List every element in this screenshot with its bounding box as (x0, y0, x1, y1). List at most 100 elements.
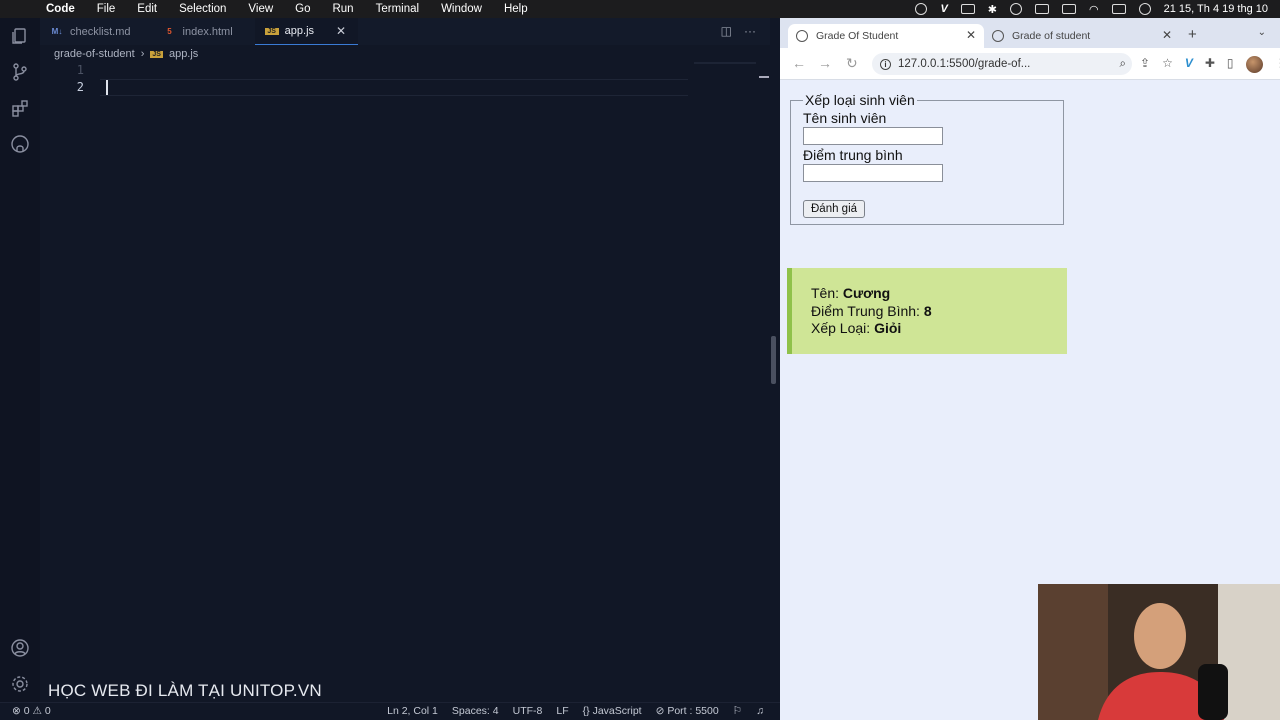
menu-run[interactable]: Run (332, 3, 353, 15)
profile-avatar[interactable] (1245, 56, 1263, 73)
html-icon: 5 (167, 27, 172, 36)
javascript-icon: JS (150, 50, 163, 58)
menu-window[interactable]: Window (441, 3, 482, 15)
browser-tab-active[interactable]: Grade Of Student ✕ (788, 24, 984, 48)
menu-terminal[interactable]: Terminal (376, 3, 419, 15)
share-icon[interactable]: ⇪ (1140, 56, 1150, 73)
close-tab-icon[interactable]: ✕ (1162, 28, 1172, 42)
status-bar: ⊗ 0 ⚠ 0 Ln 2, Col 1 Spaces: 4 UTF-8 LF {… (0, 702, 780, 720)
vimeo-status-icon[interactable]: V (940, 3, 947, 15)
site-info-icon[interactable]: i (880, 58, 891, 70)
browser-tab-title: Grade of student (1012, 30, 1091, 42)
indentation[interactable]: Spaces: 4 (452, 705, 499, 717)
live-server-port[interactable]: ⊘ Port : 5500 (656, 705, 719, 717)
braces-icon: {} (582, 705, 590, 717)
warning-icon: ⚠ (32, 705, 42, 717)
vscode-window: M↓ checklist.md 5 index.html JS app.js ✕… (0, 18, 780, 720)
control-center-icon[interactable] (1111, 4, 1126, 14)
account-icon[interactable] (10, 638, 30, 658)
browser-tab[interactable]: Grade of student ✕ (984, 24, 1180, 48)
error-count: 0 (23, 705, 30, 717)
current-line-highlight (100, 79, 688, 96)
extensions-puzzle-icon[interactable]: ✚ (1205, 56, 1215, 73)
address-bar[interactable]: i 127.0.0.1:5500/grade-of... ⌕ (872, 53, 1132, 75)
close-tab-icon[interactable]: ✕ (966, 28, 976, 42)
status-app-icon[interactable] (915, 3, 928, 15)
menu-go[interactable]: Go (295, 3, 310, 15)
forward-arrow-icon[interactable]: → (818, 55, 832, 71)
language-label: JavaScript (592, 705, 642, 717)
extensions-icon[interactable] (10, 98, 30, 118)
source-control-icon[interactable] (10, 62, 30, 82)
bookmark-star-icon[interactable]: ☆ (1162, 56, 1173, 73)
kebab-menu-icon[interactable]: ⋮ (1275, 56, 1280, 73)
tab-label: index.html (182, 25, 233, 38)
battery-icon[interactable] (1062, 4, 1076, 14)
bluetooth-icon[interactable]: ✱ (988, 3, 997, 16)
siri-icon[interactable] (1138, 3, 1151, 15)
cursor-position[interactable]: Ln 2, Col 1 (387, 705, 438, 717)
evaluate-button[interactable]: Đánh giá (803, 200, 866, 218)
language-mode[interactable]: {} JavaScript (583, 705, 642, 717)
settings-gear-icon[interactable] (10, 674, 30, 694)
split-editor-icon[interactable]: ◫ (721, 24, 732, 38)
globe-icon (796, 30, 808, 42)
student-name-input[interactable] (803, 127, 943, 145)
text-cursor (106, 80, 108, 95)
tab-index-html[interactable]: 5 index.html (153, 18, 245, 45)
wifi-icon[interactable]: ◠ (1089, 3, 1099, 16)
display-icon[interactable] (1035, 4, 1049, 14)
tab-search-chevron-icon[interactable]: ⌄ (1258, 27, 1266, 38)
editor-tab-bar: M↓ checklist.md 5 index.html JS app.js ✕… (40, 18, 770, 45)
keyboard-icon[interactable] (960, 4, 975, 14)
tab-app-js[interactable]: JS app.js ✕ (254, 18, 359, 45)
feedback-icon[interactable]: ⚐ (733, 705, 742, 717)
breadcrumb-folder[interactable]: grade-of-student (54, 48, 135, 60)
menu-view[interactable]: View (248, 3, 273, 15)
encoding[interactable]: UTF-8 (513, 705, 543, 717)
new-tab-plus-icon[interactable]: + (1188, 26, 1197, 43)
menu-selection[interactable]: Selection (179, 3, 226, 15)
side-panel-icon[interactable]: ▯ (1227, 56, 1234, 73)
reload-icon[interactable]: ↻ (846, 55, 858, 72)
menu-file[interactable]: File (97, 3, 116, 15)
breadcrumb: grade-of-student › JS app.js (54, 46, 198, 62)
student-name-label: Tên sinh viên (803, 110, 887, 126)
menu-app-name[interactable]: Code (46, 3, 75, 15)
result-score-row: Điểm Trung Bình: 8 (811, 303, 1067, 321)
problems-indicator[interactable]: ⊗ 0 ⚠ 0 (12, 705, 51, 717)
minimap[interactable] (694, 62, 756, 64)
result-name-value: Cương (842, 285, 891, 301)
warning-count: 0 (44, 705, 51, 717)
notifications-bell-icon[interactable]: ♫ (756, 705, 764, 717)
github-icon[interactable] (10, 134, 30, 154)
zoom-icon[interactable]: ⌕ (1120, 58, 1126, 71)
result-grade-label: Xếp Loại: (811, 320, 875, 336)
menu-edit[interactable]: Edit (137, 3, 157, 15)
activity-bar (0, 18, 40, 702)
tab-label: app.js (284, 25, 315, 37)
url-text: 127.0.0.1:5500/grade-of... (898, 58, 1031, 70)
end-of-line[interactable]: LF (556, 705, 568, 717)
explorer-icon[interactable] (10, 26, 30, 46)
menu-help[interactable]: Help (504, 3, 528, 15)
screen-mirror-icon[interactable] (1010, 3, 1022, 15)
error-icon: ⊗ (12, 705, 21, 717)
menu-clock[interactable]: 21 15, Th 4 19 thg 10 (1164, 3, 1268, 15)
vimeo-extension-icon[interactable]: V (1185, 56, 1193, 73)
result-name-row: Tên: Cương (811, 285, 1067, 303)
average-score-input[interactable] (803, 164, 943, 182)
tab-checklist-md[interactable]: M↓ checklist.md (40, 18, 143, 45)
tab-label: checklist.md (70, 25, 131, 38)
line-number: 1 (76, 63, 84, 77)
result-grade-value: Giỏi (874, 320, 902, 336)
back-arrow-icon[interactable]: ← (792, 55, 806, 71)
breadcrumb-file[interactable]: app.js (169, 48, 198, 60)
close-tab-icon[interactable]: ✕ (336, 24, 346, 38)
browser-tab-strip: Grade Of Student ✕ Grade of student ✕ + … (780, 18, 1280, 48)
split-sash[interactable] (771, 336, 776, 384)
more-actions-icon[interactable]: ··· (744, 24, 756, 38)
javascript-icon: JS (264, 27, 279, 35)
result-score-value: 8 (923, 302, 932, 319)
average-score-label: Điểm trung bình (803, 147, 903, 163)
